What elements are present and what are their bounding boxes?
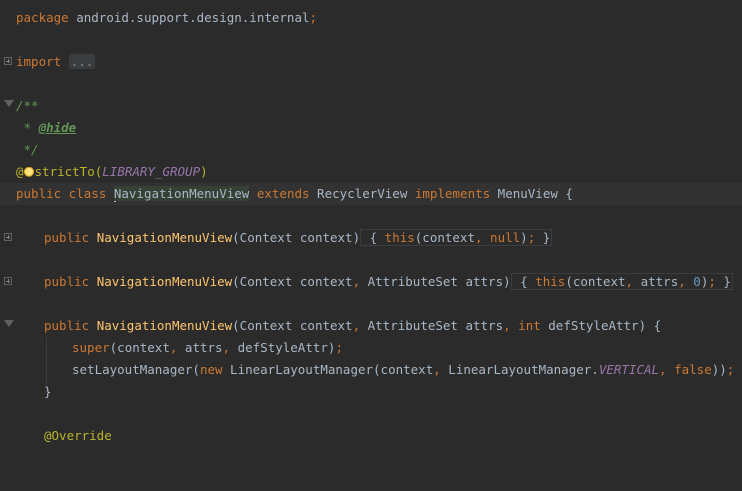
code-line: setLayoutManager(new LinearLayoutManager… xyxy=(0,359,742,381)
param: (Context context xyxy=(232,318,353,333)
code-line: } xyxy=(0,381,742,403)
keyword-new: new xyxy=(199,362,223,377)
comma: , xyxy=(475,230,483,245)
code-line: */ xyxy=(0,139,742,161)
open-brace: { xyxy=(557,186,573,201)
keyword-public-class: public class xyxy=(16,186,114,201)
class-ref: LinearLayoutManager. xyxy=(440,362,599,377)
keyword-int: int xyxy=(510,318,541,333)
code-line: * @hide xyxy=(0,117,742,139)
keyword-this: this xyxy=(535,274,566,289)
doc-comment-open: /** xyxy=(16,98,39,113)
param: AttributeSet attrs xyxy=(360,318,504,333)
comma: , xyxy=(625,274,634,289)
expand-fold-icon[interactable] xyxy=(4,233,12,241)
code-line: import ... xyxy=(0,51,742,73)
brace-close: } xyxy=(535,230,551,245)
constructor-name: NavigationMenuView xyxy=(96,274,233,289)
comma: , xyxy=(433,362,441,377)
code-line: super(context, attrs, defStyleAttr); xyxy=(0,337,742,359)
args: (context xyxy=(414,230,475,245)
params: (Context context) xyxy=(232,230,361,245)
class-name[interactable]: NavigationMenuView xyxy=(113,186,250,201)
keyword-extends: extends xyxy=(249,186,318,201)
arg: defStyleAttr) xyxy=(230,340,336,355)
brace-open: { xyxy=(512,274,536,289)
keyword-null: null xyxy=(482,230,521,245)
constructor-name: NavigationMenuView xyxy=(96,230,233,245)
code-line: public NavigationMenuView(Context contex… xyxy=(0,315,742,337)
doc-comment-close: */ xyxy=(16,142,39,157)
expand-fold-icon[interactable] xyxy=(4,57,12,65)
collapse-fold-icon[interactable] xyxy=(4,100,14,107)
comma: , xyxy=(659,362,667,377)
annotation-at: @ xyxy=(16,164,24,179)
param: AttributeSet attrs) xyxy=(360,274,511,289)
folded-imports[interactable]: ... xyxy=(68,54,96,69)
code-line: @Override xyxy=(0,425,742,447)
code-editor[interactable]: package android.support.design.internal;… xyxy=(0,0,742,443)
args-close: )) xyxy=(711,362,727,377)
comma: , xyxy=(678,274,686,289)
param: defStyleAttr) { xyxy=(540,318,662,333)
folded-body[interactable]: { this(context, attrs, 0); } xyxy=(510,273,733,290)
constant-library-group: LIBRARY_GROUP xyxy=(102,164,201,179)
expand-fold-icon[interactable] xyxy=(4,277,12,285)
folded-body[interactable]: { this(context, null); } xyxy=(360,229,553,246)
arg: attrs xyxy=(633,274,679,289)
class-instantiation: LinearLayoutManager(context xyxy=(222,362,434,377)
arg: (context xyxy=(565,274,626,289)
code-line: /** xyxy=(0,95,742,117)
code-line: public NavigationMenuView(Context contex… xyxy=(0,271,742,293)
interface-name: MenuView xyxy=(497,186,558,201)
doc-tag-hide: @hide xyxy=(38,120,77,135)
semicolon: ; xyxy=(309,10,318,25)
collapse-fold-icon[interactable] xyxy=(4,320,14,327)
super-class: RecyclerView xyxy=(317,186,408,201)
keyword-package: package xyxy=(16,10,69,25)
number-literal: 0 xyxy=(685,274,701,289)
constant-vertical: VERTICAL xyxy=(598,362,660,377)
annotation-close: ) xyxy=(200,164,208,179)
constructor-name: NavigationMenuView xyxy=(96,318,233,333)
close-brace: } xyxy=(44,384,52,399)
current-line: public class NavigationMenuView extends … xyxy=(0,183,742,205)
args-close: ) xyxy=(520,230,528,245)
comma: , xyxy=(352,318,361,333)
keyword-public: public xyxy=(44,230,97,245)
arg: (context xyxy=(109,340,170,355)
keyword-implements: implements xyxy=(407,186,498,201)
arg: attrs xyxy=(177,340,223,355)
comma: , xyxy=(503,318,511,333)
comma: , xyxy=(352,274,361,289)
keyword-public: public xyxy=(44,274,97,289)
doc-comment-star: * xyxy=(16,120,39,135)
semicolon: ; xyxy=(335,340,343,355)
lightbulb-icon[interactable] xyxy=(23,166,34,179)
keyword-this: this xyxy=(384,230,415,245)
annotation-restrict-to: strictTo( xyxy=(34,164,103,179)
package-name: android.support.design.internal xyxy=(68,10,310,25)
param: (Context context xyxy=(232,274,353,289)
keyword-false: false xyxy=(666,362,712,377)
annotation-override: @Override xyxy=(44,428,112,443)
keyword-public: public xyxy=(44,318,97,333)
comma: , xyxy=(222,340,231,355)
brace-close: } xyxy=(715,274,731,289)
code-line: @ strictTo(LIBRARY_GROUP) xyxy=(0,161,742,183)
keyword-super: super xyxy=(72,340,110,355)
semicolon: ; xyxy=(726,362,735,377)
method-call: setLayoutManager( xyxy=(72,362,200,377)
semicolon: ; xyxy=(708,274,716,289)
code-line: public NavigationMenuView(Context contex… xyxy=(0,227,742,249)
keyword-import: import xyxy=(16,54,62,69)
code-line: package android.support.design.internal; xyxy=(0,7,742,29)
brace-open: { xyxy=(362,230,385,245)
